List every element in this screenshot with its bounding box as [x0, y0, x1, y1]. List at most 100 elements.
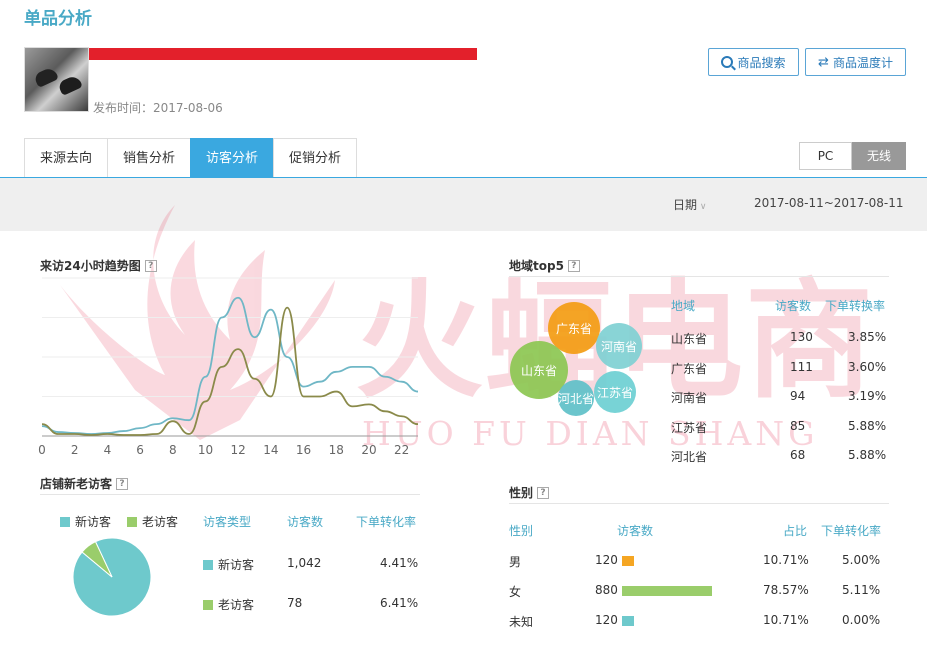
gender-bar	[622, 586, 712, 596]
row-swatch	[203, 559, 213, 570]
region-bubble-label: 广东省	[556, 322, 592, 336]
gender-section-title: 性别?	[509, 484, 550, 501]
region-rate: 3.60%	[848, 359, 887, 374]
tab-sales[interactable]: 销售分析	[107, 138, 192, 177]
gender-bar	[622, 556, 634, 566]
x-tick-label: 2	[71, 443, 79, 457]
region-bubble-chart: 广东省河南省山东省河北省 江苏省	[510, 302, 642, 416]
x-tick-label: 0	[38, 443, 46, 457]
region-visitors-header: 访客数	[775, 299, 812, 313]
analysis-tabs: 来源去向 销售分析 访客分析 促销分析	[24, 138, 358, 177]
gender-title: 性别	[509, 486, 534, 500]
divider	[509, 503, 889, 504]
device-pc-toggle[interactable]: PC	[799, 142, 852, 170]
region-rate: 5.88%	[848, 418, 887, 433]
divider	[509, 276, 889, 277]
product-thermometer-label: 商品温度计	[832, 55, 893, 70]
gender-share: 10.71%	[763, 553, 809, 567]
region-header: 地域	[671, 299, 696, 313]
x-tick-label: 10	[198, 443, 213, 457]
region-title: 地域top5	[509, 259, 564, 273]
swap-icon: ⇄	[818, 54, 829, 70]
region-visitors: 130	[790, 330, 813, 344]
trend-line-chart: 0 2 4 6 8 10 12 14 16 18 20 22	[38, 277, 419, 457]
x-tick-label: 16	[296, 443, 311, 457]
gender-count: 880	[595, 583, 618, 597]
publish-date: 2017-08-06	[153, 101, 223, 115]
region-visitors: 85	[790, 418, 806, 433]
visitor-type: 老访客	[218, 598, 255, 612]
help-icon[interactable]: ?	[567, 259, 580, 272]
gender-rate: 5.00%	[842, 553, 881, 567]
region-name: 河北省	[671, 450, 708, 464]
visitor-type-header: 访客类型	[203, 515, 252, 529]
region-bubble-label: 河南省	[601, 339, 637, 354]
visitor-count: 1,042	[287, 556, 322, 570]
visitor-count-header: 访客数	[287, 515, 324, 529]
gender-rate: 5.11%	[842, 583, 881, 597]
x-tick-label: 8	[169, 443, 177, 457]
visitors-pie-chart	[72, 537, 152, 617]
divider	[40, 494, 420, 495]
visitor-type: 新访客	[218, 558, 255, 572]
shoe-image-part	[57, 74, 83, 96]
help-icon[interactable]: ?	[537, 486, 550, 499]
region-bubble-label: 山东省	[521, 364, 557, 378]
gender-count: 120	[595, 553, 618, 567]
tab-promotion[interactable]: 促销分析	[273, 138, 358, 177]
gender-rate-header: 下单转化率	[821, 524, 882, 538]
region-section-title: 地域top5?	[509, 257, 580, 274]
tab-visitors[interactable]: 访客分析	[190, 138, 275, 177]
region-rate: 3.85%	[848, 330, 887, 344]
x-tick-label: 20	[361, 443, 376, 457]
publish-label: 发布时间：	[93, 101, 154, 115]
product-thermometer-button[interactable]: ⇄ 商品温度计	[805, 48, 906, 76]
region-visitors: 68	[790, 448, 806, 462]
legend-swatch	[60, 516, 70, 527]
date-range: 2017-08-11~2017-08-11	[754, 196, 904, 210]
legend-new: 新访客	[60, 513, 111, 530]
visitor-rate-header: 下单转化率	[356, 515, 417, 529]
region-bubble-label: 河北省	[558, 392, 594, 406]
region-name: 山东省	[671, 332, 708, 346]
visitor-count: 78	[287, 596, 303, 610]
tab-source[interactable]: 来源去向	[24, 138, 109, 177]
region-rate: 5.88%	[848, 448, 887, 462]
gender-label: 未知	[509, 615, 534, 629]
series-line-1	[41, 296, 419, 435]
row-swatch	[203, 599, 213, 610]
region-name: 河南省	[671, 391, 708, 405]
product-search-button[interactable]: 商品搜索	[708, 48, 799, 76]
gender-count: 120	[595, 613, 618, 627]
region-rate: 3.19%	[848, 389, 887, 403]
gender-share: 78.57%	[763, 583, 809, 597]
region-name: 广东省	[671, 361, 708, 376]
visitors-title: 店铺新老访客	[40, 477, 113, 491]
x-tick-label: 14	[263, 443, 278, 457]
date-selector[interactable]: 日期 ∨	[673, 196, 706, 213]
region-visitors: 111	[790, 359, 813, 374]
product-search-label: 商品搜索	[737, 55, 786, 70]
product-title-redacted	[89, 48, 477, 60]
visitor-row-old: 老访客	[203, 596, 254, 613]
visitor-row-new: 新访客	[203, 556, 254, 573]
region-rate-header: 下单转换率	[825, 299, 886, 313]
date-label: 日期	[673, 198, 698, 212]
region-name: 江苏省	[671, 420, 708, 435]
publish-time: 发布时间：2017-08-06	[93, 99, 223, 116]
visitor-rate: 4.41%	[380, 556, 419, 570]
x-tick-label: 6	[136, 443, 144, 457]
chevron-down-icon: ∨	[697, 202, 707, 212]
gender-bar	[622, 616, 634, 626]
device-wireless-toggle[interactable]: 无线	[852, 142, 906, 170]
gender-share-header: 占比	[783, 524, 808, 538]
gender-share: 10.71%	[763, 613, 809, 627]
gender-count-header: 访客数	[617, 524, 654, 538]
x-tick-label: 4	[104, 443, 112, 457]
product-thumbnail[interactable]	[24, 47, 89, 112]
visitor-rate: 6.41%	[380, 596, 419, 610]
shoe-image-part	[33, 66, 59, 88]
series-line-2	[41, 306, 419, 436]
page-title: 单品分析	[24, 9, 92, 29]
help-icon[interactable]: ?	[116, 477, 129, 490]
